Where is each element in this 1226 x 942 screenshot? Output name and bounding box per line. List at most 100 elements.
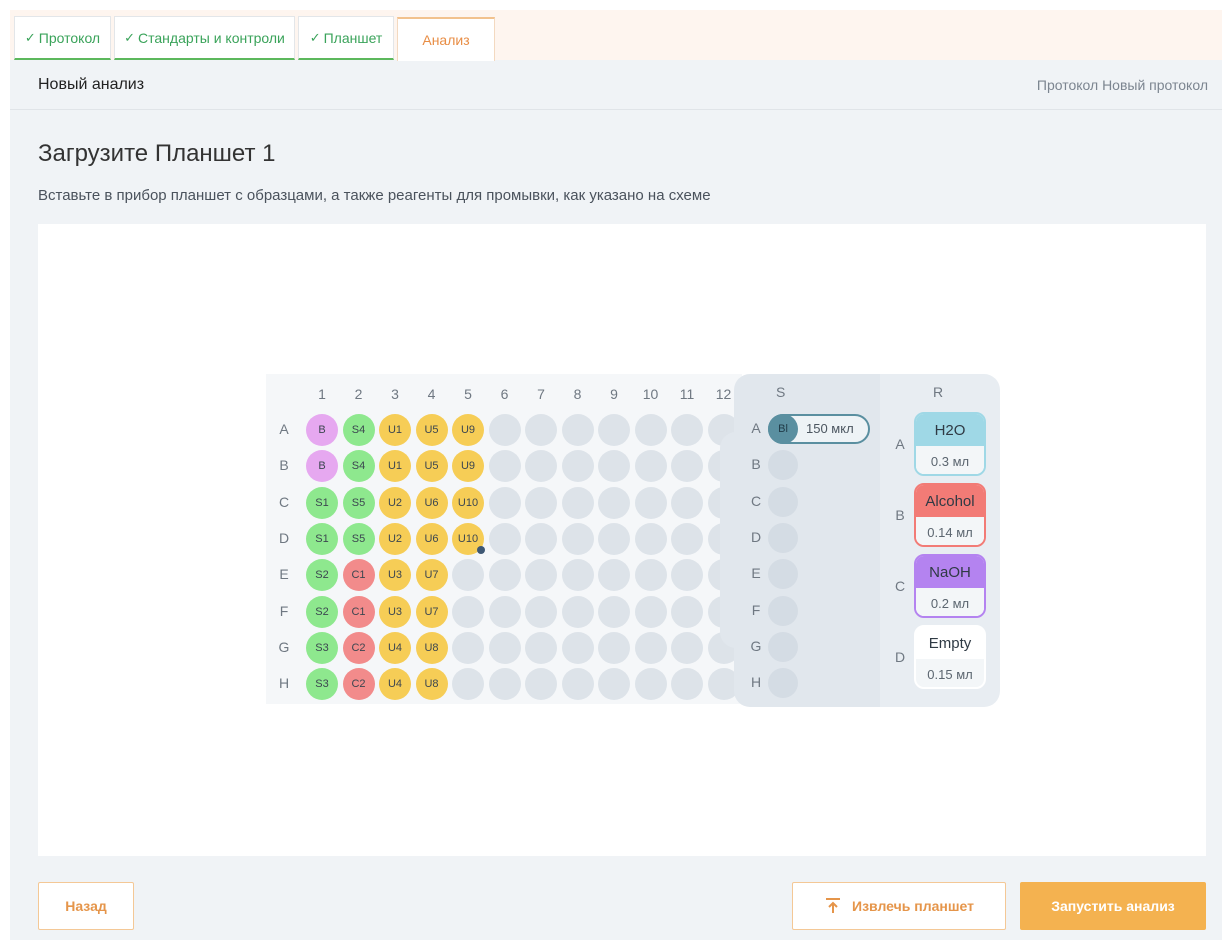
plate-well[interactable]: U6 xyxy=(415,522,448,555)
tab-analysis[interactable]: Анализ xyxy=(397,17,495,61)
reagent-container[interactable]: Empty 0.15 мл xyxy=(914,625,986,689)
plate-well[interactable] xyxy=(561,450,594,483)
plate-well[interactable]: C1 xyxy=(342,559,375,592)
rack-s-slot[interactable] xyxy=(768,450,798,481)
plate-well[interactable]: U9 xyxy=(452,414,484,446)
plate-well[interactable]: B xyxy=(306,414,338,446)
plate-well[interactable] xyxy=(525,414,557,446)
plate-well[interactable]: U6 xyxy=(415,486,448,519)
plate-well[interactable] xyxy=(671,668,703,701)
plate-well[interactable] xyxy=(488,595,521,628)
rack-s-slot[interactable] xyxy=(768,631,798,662)
plate-well[interactable] xyxy=(561,595,594,628)
plate-well[interactable]: S4 xyxy=(342,450,375,483)
tab-standards-controls[interactable]: ✓ Стандарты и контроли xyxy=(114,16,295,60)
plate-well[interactable] xyxy=(671,631,703,664)
plate-well[interactable] xyxy=(525,595,557,628)
plate-well[interactable]: U3 xyxy=(379,559,411,592)
plate-well[interactable]: U2 xyxy=(379,522,411,555)
plate-well[interactable]: S3 xyxy=(306,668,338,701)
plate-well[interactable]: U8 xyxy=(415,631,448,664)
plate-well[interactable]: U10 xyxy=(452,486,484,519)
plate-well[interactable] xyxy=(561,522,594,555)
plate-well[interactable] xyxy=(488,486,521,519)
plate-well[interactable] xyxy=(634,522,667,555)
plate-well[interactable]: S3 xyxy=(306,631,338,664)
plate-well[interactable] xyxy=(671,414,703,446)
plate-well[interactable] xyxy=(634,668,667,701)
plate-well[interactable] xyxy=(452,631,484,664)
plate-well[interactable]: C2 xyxy=(342,631,375,664)
plate-well[interactable] xyxy=(634,631,667,664)
plate-well[interactable]: S4 xyxy=(342,414,375,446)
plate-well[interactable] xyxy=(634,559,667,592)
plate-well[interactable] xyxy=(598,414,630,446)
plate-well[interactable]: U7 xyxy=(415,595,448,628)
plate-well[interactable]: S5 xyxy=(342,486,375,519)
start-analysis-button[interactable]: Запустить анализ xyxy=(1020,882,1206,930)
plate-well[interactable] xyxy=(598,522,630,555)
plate-well[interactable]: U4 xyxy=(379,631,411,664)
plate-well[interactable] xyxy=(488,414,521,446)
plate-well[interactable] xyxy=(598,486,630,519)
plate-well[interactable] xyxy=(525,522,557,555)
plate-well[interactable] xyxy=(488,450,521,483)
back-button[interactable]: Назад xyxy=(38,882,134,930)
plate-well[interactable] xyxy=(634,450,667,483)
rack-s-slot[interactable] xyxy=(768,486,798,517)
plate-well[interactable] xyxy=(452,668,484,701)
plate-well[interactable]: U5 xyxy=(415,414,448,446)
reagent-container[interactable]: H2O 0.3 мл xyxy=(914,412,986,476)
plate-well[interactable]: B xyxy=(306,450,338,483)
plate-well[interactable] xyxy=(561,559,594,592)
reagent-container[interactable]: Alcohol 0.14 мл xyxy=(914,483,986,547)
plate-well[interactable] xyxy=(525,486,557,519)
plate-well[interactable] xyxy=(525,559,557,592)
tab-plate[interactable]: ✓ Планшет xyxy=(298,16,394,60)
plate-well[interactable]: U8 xyxy=(415,668,448,701)
plate-well[interactable]: U10 xyxy=(452,522,485,555)
plate-well[interactable] xyxy=(598,559,630,592)
plate-well[interactable]: U7 xyxy=(415,559,448,592)
plate-well[interactable] xyxy=(634,486,667,519)
plate-well[interactable] xyxy=(488,668,521,701)
tab-protocol[interactable]: ✓ Протокол xyxy=(14,16,111,60)
plate-well[interactable]: S2 xyxy=(306,595,338,628)
plate-well[interactable] xyxy=(671,450,703,483)
plate-well[interactable] xyxy=(634,595,667,628)
plate-well[interactable] xyxy=(525,668,557,701)
plate-well[interactable]: C1 xyxy=(342,595,375,628)
plate-well[interactable]: U9 xyxy=(452,450,484,483)
plate-well[interactable] xyxy=(598,450,630,483)
plate-well[interactable] xyxy=(598,595,630,628)
plate-well[interactable]: S1 xyxy=(306,522,338,555)
plate-well[interactable] xyxy=(634,414,667,446)
plate-well[interactable]: U5 xyxy=(415,450,448,483)
plate-well[interactable]: U3 xyxy=(379,595,411,628)
plate-well[interactable]: U2 xyxy=(379,486,411,519)
plate-well[interactable] xyxy=(488,559,521,592)
plate-well[interactable] xyxy=(561,631,594,664)
rack-s-slot[interactable] xyxy=(768,595,798,626)
plate-well[interactable] xyxy=(598,668,630,701)
plate-well[interactable]: U4 xyxy=(379,668,411,701)
buffer-tube[interactable]: Bl 150 мкл xyxy=(768,414,870,444)
rack-s-slot[interactable] xyxy=(768,559,798,590)
plate-well[interactable] xyxy=(488,522,521,555)
plate-well[interactable]: U1 xyxy=(379,414,411,446)
plate-well[interactable] xyxy=(671,595,703,628)
plate-well[interactable] xyxy=(671,522,703,555)
plate-well[interactable]: S2 xyxy=(306,559,338,592)
plate-well[interactable]: C2 xyxy=(342,668,375,701)
plate-well[interactable] xyxy=(525,450,557,483)
plate-well[interactable] xyxy=(452,595,484,628)
plate-well[interactable] xyxy=(561,668,594,701)
plate-well[interactable] xyxy=(488,631,521,664)
plate-well[interactable] xyxy=(561,414,594,446)
plate-well[interactable]: S5 xyxy=(342,522,375,555)
plate-well[interactable]: U1 xyxy=(379,450,411,483)
plate-well[interactable] xyxy=(452,559,484,592)
rack-s-slot[interactable] xyxy=(768,522,798,553)
plate-well[interactable] xyxy=(671,559,703,592)
plate-well[interactable] xyxy=(525,631,557,664)
